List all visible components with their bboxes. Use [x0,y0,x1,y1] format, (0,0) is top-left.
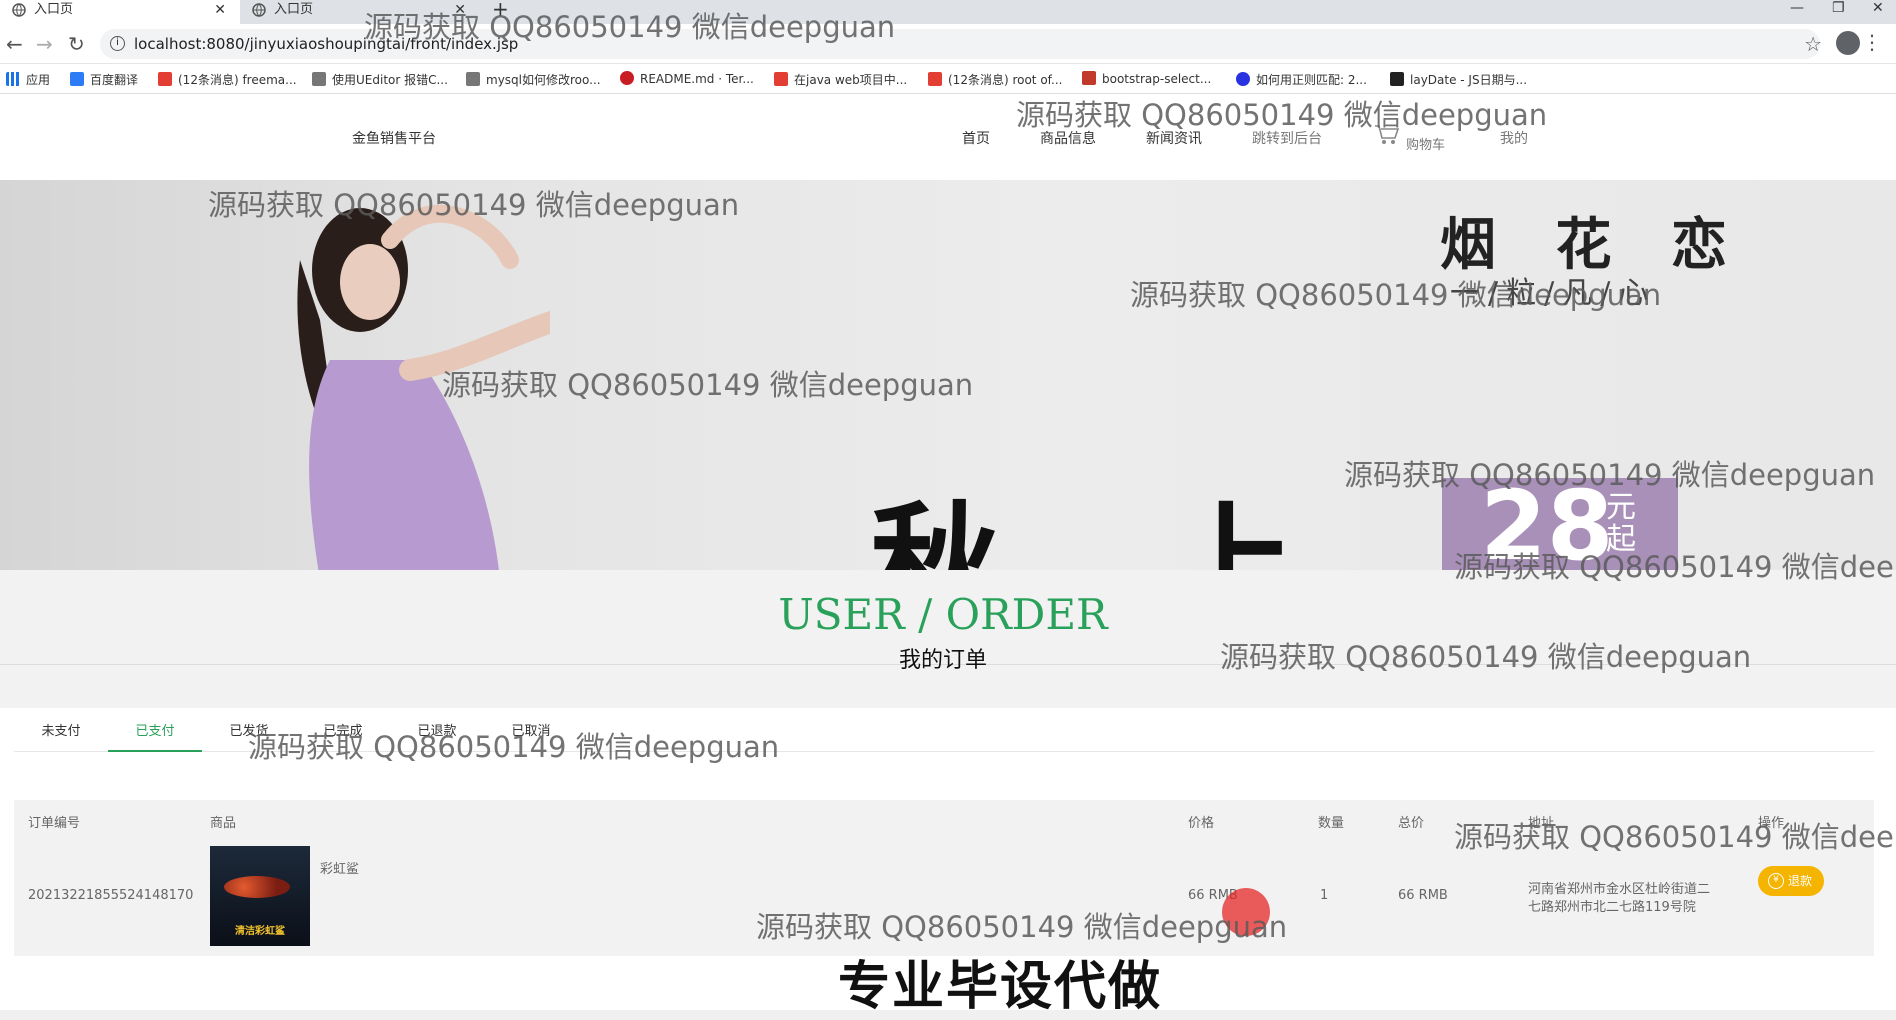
watermark-text: 源码获取 QQ86050149 微信deepguan [364,10,896,44]
globe-icon [252,3,266,17]
blog-icon [466,72,480,86]
watermark-text: 源码获取 QQ86050149 微信deepguan [1130,278,1662,312]
csdn-icon [158,72,172,86]
bookmark-star-icon[interactable]: ☆ [1804,32,1822,56]
globe-icon [12,3,26,17]
tab-title: 入口页 [34,2,74,17]
restore-icon[interactable]: ❐ [1832,0,1845,16]
tab-paid[interactable]: 已支付 [108,720,202,752]
forward-icon[interactable]: → [36,32,53,56]
address-bar: ← → ↻ i localhost:8080/jinyuxiaoshouping… [0,24,1896,64]
yen-icon: ¥ [1768,873,1784,889]
bookmark-item[interactable]: (12条消息) root of... [928,71,1062,88]
bookmark-item[interactable]: bootstrap-select... [1082,71,1211,86]
address-line-2: 七路郑州市北二七路119号院 [1528,900,1696,915]
bookmarks-bar: 应用 百度翻译 (12条消息) freema... 使用UEditor 报错C.… [0,64,1896,94]
bookmark-item[interactable]: layDate - JS日期与... [1390,71,1527,88]
browser-tab-active[interactable]: 入口页 ✕ [0,0,240,24]
col-header-qty: 数量 [1318,816,1345,831]
bookmark-item[interactable]: 使用UEditor 报错C... [312,71,448,88]
baidu-translate-icon [70,72,84,86]
watermark-text: 源码获取 QQ86050149 微信deepguan [1220,640,1752,674]
watermark-text: 源码获取 QQ86050149 微信deepguan [248,730,780,764]
baidu-paw-icon [1236,72,1250,86]
col-header-order-no: 订单编号 [28,816,81,831]
watermark-text: 源码获取 QQ86050149 微信deepguan [1454,820,1896,854]
watermark-text: 源码获取 QQ86050149 微信deepguan [442,368,974,402]
browser-tab-bar: 入口页 ✕ 入口页 ✕ + — ❐ ✕ [0,0,1896,24]
site-header: 金鱼销售平台 首页 商品信息 新闻资讯 跳转到后台 购物车 我的 [0,94,1896,180]
bookmark-apps[interactable]: 应用 [6,71,50,88]
info-icon[interactable]: i [110,36,125,51]
order-number: 20213221855524148170 [28,888,194,903]
url-field[interactable]: i localhost:8080/jinyuxiaoshoupingtai/fr… [100,29,1820,59]
thumbnail-caption: 清洁彩虹鲨 [235,926,285,937]
bookmark-item[interactable]: (12条消息) freema... [158,71,297,88]
tab-title: 入口页 [274,2,314,17]
col-header-total: 总价 [1398,816,1425,831]
total-price: 66 RMB [1398,888,1448,903]
bookmark-item[interactable]: README.md · Ter... [620,71,754,86]
gitee-icon [620,71,634,85]
csdn-icon [928,72,942,86]
nav-cart[interactable]: 购物车 [1406,134,1445,153]
nav-home[interactable]: 首页 [962,128,990,148]
csdn-icon [774,72,788,86]
watermark-text: 源码获取 QQ86050149 微信deepguan [1344,458,1876,492]
watermark-text: 源码获取 QQ86050149 微信deepguan [208,188,740,222]
address-line-1: 河南省郑州市金水区杜岭街道二 [1528,882,1711,897]
blog-icon [312,72,326,86]
product-thumbnail[interactable]: 清洁彩虹鲨 [210,846,310,946]
refund-label: 退款 [1788,874,1813,888]
bookmark-red-icon [1082,71,1096,85]
reload-icon[interactable]: ↻ [68,32,85,56]
bookmark-item[interactable]: 如何用正则匹配: 2... [1236,71,1367,88]
site-logo[interactable]: 金鱼销售平台 [352,128,436,148]
watermark-text: 源码获取 QQ86050149 微信deepguan [1454,550,1896,584]
tab-unpaid[interactable]: 未支付 [14,720,108,752]
refund-button[interactable]: ¥ 退款 [1758,866,1824,896]
bookmark-item[interactable]: 在java web项目中... [774,71,907,88]
close-tab-icon[interactable]: ✕ [214,0,226,20]
bookmark-item[interactable]: mysql如何修改roo... [466,71,601,88]
account-icon[interactable] [1836,31,1860,55]
close-window-icon[interactable]: ✕ [1872,0,1884,16]
apps-grid-icon [6,72,20,86]
col-header-price: 价格 [1188,816,1215,831]
watermark-text: 源码获取 QQ86050149 微信deepguan [756,910,1288,944]
quantity: 1 [1320,888,1329,903]
menu-kebab-icon[interactable]: ⋮ [1862,30,1882,54]
col-header-product: 商品 [210,816,237,831]
video-caption: 专业毕设代做 [838,957,1163,1017]
product-name[interactable]: 彩虹鲨 [320,858,359,877]
back-icon[interactable]: ← [6,32,23,56]
layui-icon [1390,72,1404,86]
bookmark-item[interactable]: 百度翻译 [70,71,138,88]
section-title-en: USER / ORDER [778,590,1108,639]
watermark-text: 源码获取 QQ86050149 微信deepguan [1016,98,1548,132]
fish-image [224,876,290,898]
minimize-icon[interactable]: — [1790,0,1804,16]
